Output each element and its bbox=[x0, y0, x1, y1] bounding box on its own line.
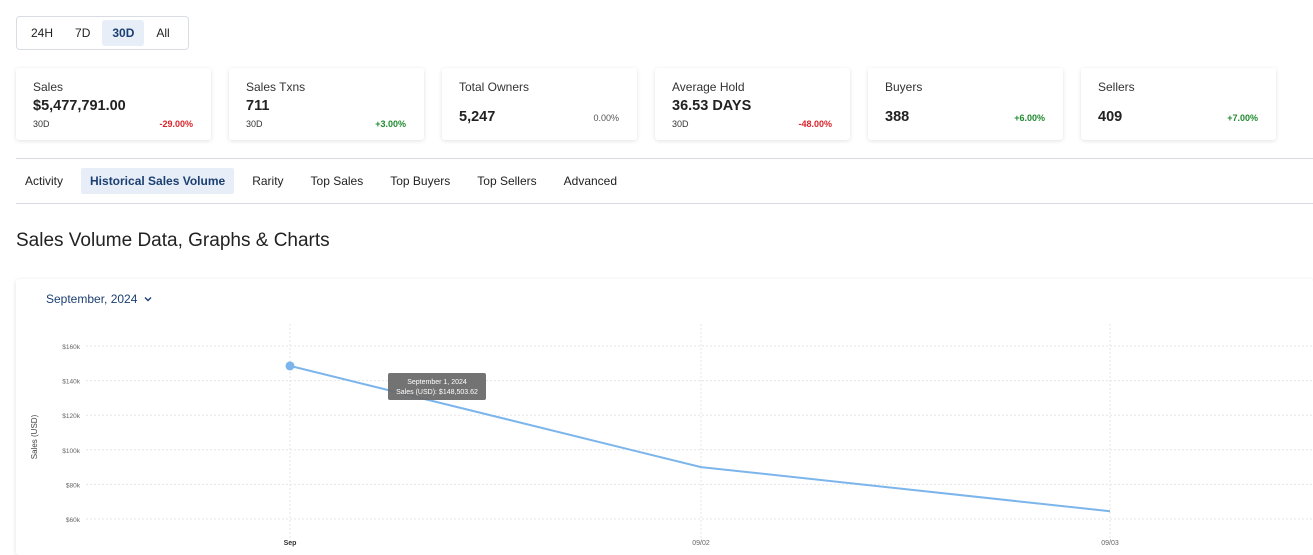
x-tick-label: Sep bbox=[284, 540, 297, 547]
stat-card-sellers: Sellers 409 +7.00% bbox=[1081, 68, 1276, 140]
stat-change: +6.00% bbox=[1014, 113, 1045, 123]
y-tick-label: $60k bbox=[66, 517, 81, 524]
stat-change: -29.00% bbox=[159, 119, 193, 129]
stat-value: 711 bbox=[246, 98, 270, 114]
tab-top-sellers[interactable]: Top Sellers bbox=[468, 168, 545, 194]
tab-top-sales[interactable]: Top Sales bbox=[302, 168, 373, 194]
stat-change: +7.00% bbox=[1227, 113, 1258, 123]
divider bbox=[16, 158, 1313, 159]
y-tick-label: $120k bbox=[62, 413, 80, 420]
y-axis-label: Sales (USD) bbox=[30, 414, 39, 459]
stat-change: +3.00% bbox=[375, 119, 406, 129]
stat-label: Sellers bbox=[1098, 80, 1135, 94]
stat-card-average-hold: Average Hold 36.53 DAYS 30D -48.00% bbox=[655, 68, 850, 140]
tab-top-buyers[interactable]: Top Buyers bbox=[381, 168, 459, 194]
stat-value: $5,477,791.00 bbox=[33, 98, 126, 114]
stat-change: -48.00% bbox=[798, 119, 832, 129]
range-button-7d[interactable]: 7D bbox=[65, 20, 100, 46]
range-button-30d[interactable]: 30D bbox=[102, 20, 145, 46]
range-button-all[interactable]: All bbox=[146, 20, 179, 46]
stat-label: Buyers bbox=[885, 80, 923, 94]
tooltip-value: Sales (USD): $148,503.62 bbox=[396, 389, 478, 396]
tooltip-title: September 1, 2024 bbox=[407, 379, 467, 386]
stat-card-sales-txns: Sales Txns 711 30D +3.00% bbox=[229, 68, 424, 140]
divider bbox=[16, 203, 1313, 204]
stat-period: 30D bbox=[33, 119, 50, 129]
time-range-selector: 24H 7D 30D All bbox=[16, 16, 189, 50]
stat-card-sales: Sales $5,477,791.00 30D -29.00% bbox=[16, 68, 211, 140]
stat-period: 30D bbox=[246, 119, 263, 129]
stat-label: Sales bbox=[33, 80, 64, 94]
x-tick-label: 09/02 bbox=[692, 540, 710, 547]
stat-card-buyers: Buyers 388 +6.00% bbox=[868, 68, 1063, 140]
sales-volume-chart: $60k $80k $100k $120k $140k $160k Sep 09/02 09/0… bbox=[30, 324, 1313, 547]
stat-label: Total Owners bbox=[459, 80, 530, 94]
chart-card: September, 2024 $60k $80k $100k $120k $140k $… bbox=[16, 279, 1313, 555]
range-button-24h[interactable]: 24H bbox=[21, 20, 63, 46]
stat-period: 30D bbox=[672, 119, 689, 129]
stat-label: Sales Txns bbox=[246, 80, 306, 94]
y-tick-label: $160k bbox=[62, 344, 80, 351]
tab-activity[interactable]: Activity bbox=[16, 168, 72, 194]
tab-advanced[interactable]: Advanced bbox=[555, 168, 626, 194]
stat-change: 0.00% bbox=[593, 113, 619, 123]
stat-card-total-owners: Total Owners 5,247 0.00% bbox=[442, 68, 637, 140]
tab-bar: Activity Historical Sales Volume Rarity Top… bbox=[16, 168, 635, 194]
y-tick-label: $140k bbox=[62, 379, 80, 386]
y-tick-label: $80k bbox=[66, 482, 81, 489]
x-tick-label: 09/03 bbox=[1101, 540, 1119, 547]
stat-label: Average Hold bbox=[672, 80, 745, 94]
stat-value: 36.53 DAYS bbox=[672, 98, 752, 114]
tab-historical-sales-volume[interactable]: Historical Sales Volume bbox=[81, 168, 235, 194]
data-point bbox=[285, 361, 295, 371]
section-title: Sales Volume Data, Graphs & Charts bbox=[16, 230, 330, 251]
tab-rarity[interactable]: Rarity bbox=[243, 168, 292, 194]
y-tick-label: $100k bbox=[62, 448, 80, 455]
